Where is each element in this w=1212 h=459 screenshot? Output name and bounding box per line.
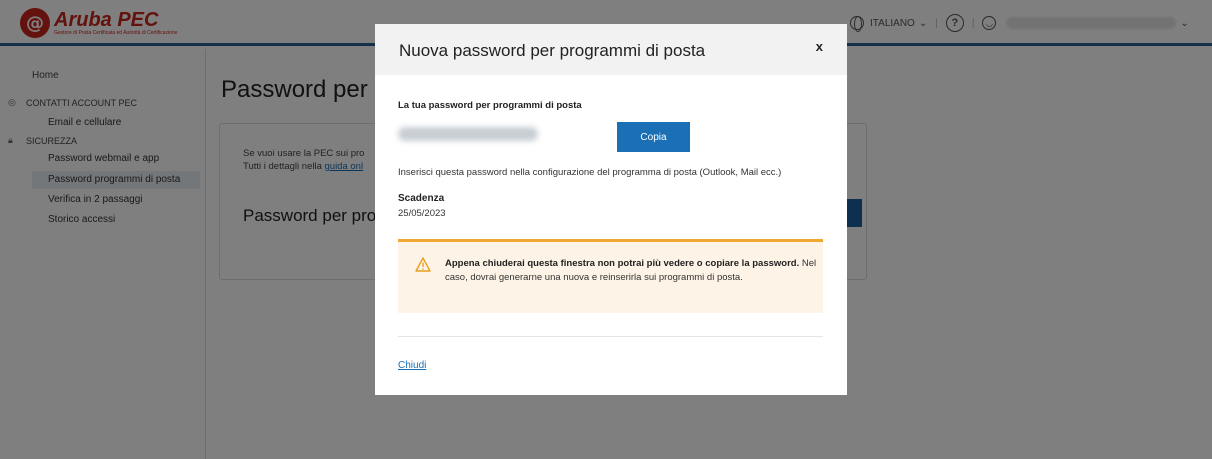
warning-bold-text: Appena chiuderai questa finestra non pot… [445,258,800,269]
divider [398,336,823,337]
chiudi-link[interactable]: Chiudi [398,360,426,371]
warning-triangle-icon [415,257,431,277]
expiry-value: 25/05/2023 [398,208,446,219]
modal-header: Nuova password per programmi di posta x [375,24,847,75]
close-icon[interactable]: x [816,39,823,54]
password-label: La tua password per programmi di posta [398,100,582,111]
expiry-label: Scadenza [398,193,445,204]
password-value-blurred [398,127,538,141]
warning-text: Appena chiuderai questa finestra non pot… [445,257,820,285]
modal-title: Nuova password per programmi di posta [399,41,706,60]
warning-box: Appena chiuderai questa finestra non pot… [398,239,823,313]
copy-button[interactable]: Copia [617,122,690,152]
password-description: Inserisci questa password nella configur… [398,167,782,178]
password-modal: Nuova password per programmi di posta x … [375,24,847,395]
